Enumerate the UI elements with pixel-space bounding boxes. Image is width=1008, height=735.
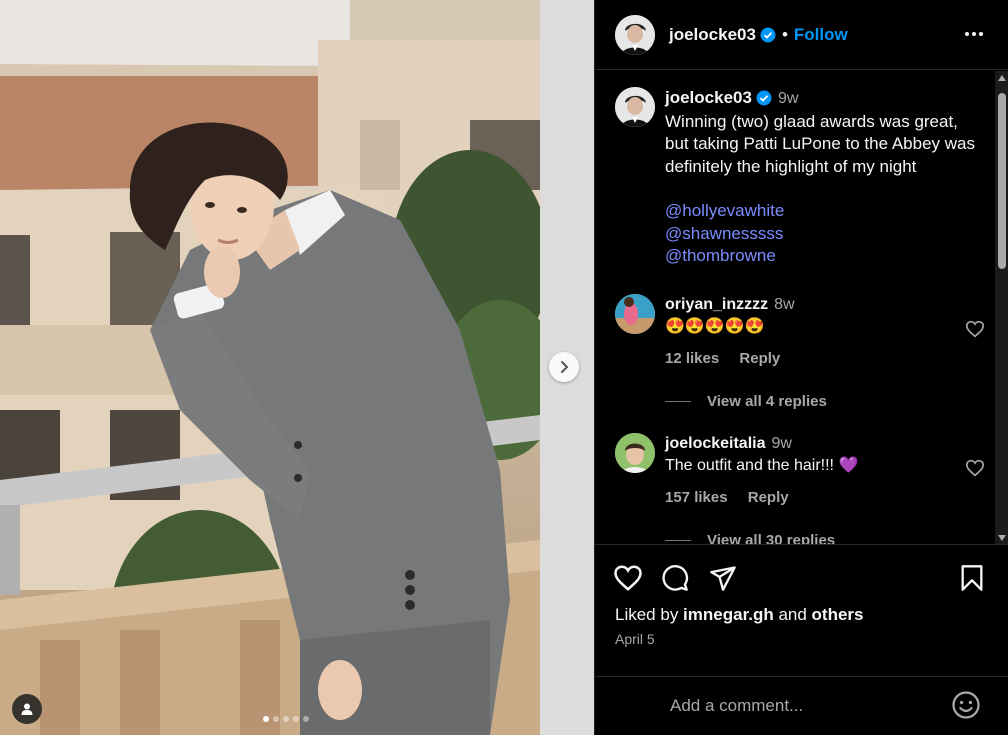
comment-item: oriyan_inzzzz 8w 😍😍😍😍😍 12 likes Reply (615, 294, 985, 370)
scrollbar-thumb[interactable] (998, 93, 1006, 269)
tag-user-icon (21, 703, 33, 715)
comment-text: 😍😍😍😍😍 (665, 318, 765, 335)
commenter-avatar[interactable] (615, 294, 655, 334)
post-photo[interactable] (0, 0, 594, 735)
share-icon[interactable] (709, 564, 737, 592)
verified-badge-icon (760, 27, 776, 42)
carousel-dot (273, 716, 279, 722)
avatar-image (615, 14, 655, 55)
view-replies-button[interactable]: View all 4 replies (665, 393, 827, 410)
avatar-image (615, 294, 655, 334)
follow-button[interactable]: Follow (794, 25, 848, 45)
next-slide-button[interactable] (549, 352, 579, 382)
scroll-up-arrow-icon[interactable] (998, 75, 1006, 81)
carousel-dot (283, 716, 289, 722)
post-image (0, 0, 594, 735)
tagged-users-button[interactable] (12, 694, 42, 724)
carousel-dot (293, 716, 299, 722)
author-username[interactable]: joelocke03 (669, 25, 756, 45)
commenter-avatar[interactable] (615, 433, 655, 473)
post-caption: joelocke03 9w Winning (two) glaad awards … (615, 87, 985, 268)
post-side-panel: joelocke03 • Follow joelocke03 9w Winnin… (594, 0, 1008, 735)
author-avatar[interactable] (615, 14, 655, 55)
avatar-image (615, 87, 655, 127)
comment-text: The outfit and the hair!!! 💜 (665, 457, 859, 474)
comment-time[interactable]: 8w (774, 296, 794, 313)
caption-text: Winning (two) glaad awards was great, bu… (665, 111, 975, 176)
liked-by: Liked by imnegar.gh and others (615, 605, 864, 625)
caption-username[interactable]: joelocke03 (665, 88, 752, 107)
view-replies-button[interactable]: View all 30 replies (665, 532, 835, 544)
verified-badge-icon (756, 90, 772, 106)
carousel-indicator (263, 716, 309, 722)
next-slide-icon (561, 361, 569, 373)
comment-like-icon[interactable] (965, 320, 985, 338)
mention-link[interactable]: @thombrowne (665, 245, 985, 268)
comment-like-icon[interactable] (965, 459, 985, 477)
scroll-down-arrow-icon[interactable] (998, 535, 1006, 541)
add-comment-bar (595, 676, 1008, 735)
liked-by-mid: and (773, 605, 812, 624)
caption-avatar[interactable] (615, 87, 655, 127)
post-actions (613, 560, 993, 600)
caption-time[interactable]: 9w (778, 90, 798, 107)
add-comment-input[interactable] (670, 693, 940, 719)
header-separator: • (781, 24, 788, 44)
mention-link[interactable]: @shawnesssss (665, 223, 985, 246)
save-icon[interactable] (959, 564, 985, 592)
liked-by-prefix: Liked by (615, 605, 684, 624)
liked-by-others-link[interactable]: others (812, 605, 864, 624)
like-icon[interactable] (613, 564, 643, 592)
mention-link[interactable]: @hollyevawhite (665, 200, 985, 223)
carousel-dot (263, 716, 269, 722)
reply-button[interactable]: Reply (748, 489, 789, 506)
avatar-image (615, 433, 655, 473)
comment-icon[interactable] (661, 564, 689, 592)
carousel-dot (303, 716, 309, 722)
commenter-username[interactable]: oriyan_inzzzz (665, 296, 768, 313)
more-options-icon[interactable] (962, 22, 986, 46)
comment-time[interactable]: 9w (772, 435, 792, 452)
post-header: joelocke03 • Follow (595, 0, 1008, 70)
comment-likes[interactable]: 12 likes (665, 350, 719, 367)
caption-mentions: @hollyevawhite @shawnesssss @thombrowne (665, 200, 985, 268)
liked-by-user-link[interactable]: imnegar.gh (683, 605, 774, 624)
reply-button[interactable]: Reply (739, 350, 780, 367)
comment-likes[interactable]: 157 likes (665, 489, 728, 506)
comments-list[interactable]: joelocke03 9w Winning (two) glaad awards … (595, 71, 1008, 545)
comment-item: joelockeitalia 9w The outfit and the hair… (615, 433, 985, 509)
emoji-icon[interactable] (951, 690, 981, 720)
commenter-username[interactable]: joelockeitalia (665, 435, 766, 452)
comments-scrollbar[interactable] (995, 71, 1008, 544)
post-date[interactable]: April 5 (615, 631, 655, 647)
